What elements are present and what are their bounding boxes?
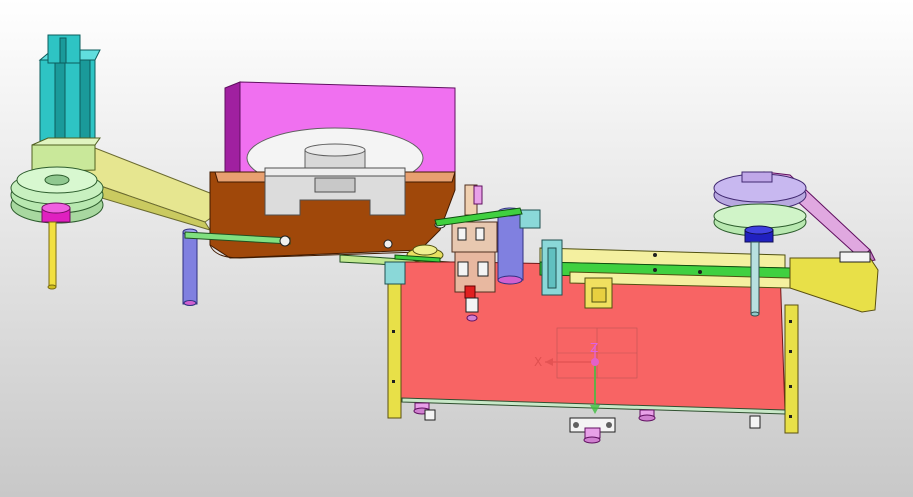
left-hub xyxy=(41,202,71,223)
right-frame-post xyxy=(784,304,799,434)
left-frame-post xyxy=(387,267,402,419)
cad-3d-viewport[interactable]: X Z xyxy=(0,0,913,497)
z-axis-label: Z xyxy=(590,341,598,355)
left-blue-rod xyxy=(182,228,198,306)
assembly-drawing: X Z xyxy=(0,0,913,497)
right-shaft xyxy=(750,241,760,317)
stepper-motor[interactable] xyxy=(38,34,101,146)
rail-block xyxy=(584,277,613,309)
left-shaft xyxy=(47,221,57,290)
center-blue-roller[interactable] xyxy=(497,207,524,285)
right-blue-hub xyxy=(744,225,774,243)
x-axis-label: X xyxy=(534,355,542,369)
